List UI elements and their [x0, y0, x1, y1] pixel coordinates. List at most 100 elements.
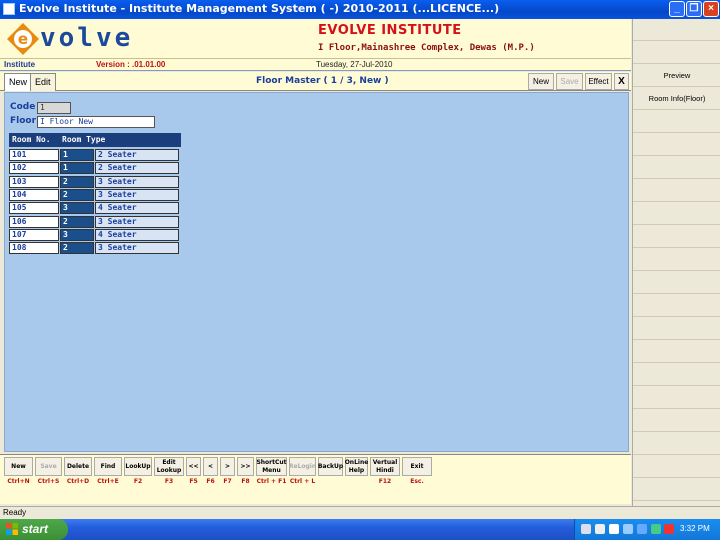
- side-cell-empty: [633, 272, 720, 294]
- toolbar-button-edit-lookup[interactable]: Edit Lookup: [154, 457, 184, 476]
- side-cell-empty: [633, 111, 720, 133]
- column-room-no: Room No.: [12, 135, 51, 144]
- side-cell-empty: [633, 318, 720, 340]
- room-type-cell[interactable]: 2: [60, 215, 94, 228]
- system-tray: 3:32 PM: [574, 519, 720, 540]
- side-cell-empty: [633, 157, 720, 179]
- tray-shield-icon[interactable]: [637, 524, 647, 534]
- table-row[interactable]: 105 3 4 Seater: [9, 202, 181, 215]
- app-icon: [3, 3, 15, 15]
- table-row[interactable]: 107 3 4 Seater: [9, 228, 181, 241]
- room-type-desc-cell: 3 Seater: [95, 242, 179, 255]
- room-type-cell[interactable]: 1: [60, 149, 94, 161]
- toolbar-button-shortcut-menu[interactable]: ShortCut Menu: [256, 457, 287, 476]
- tab-new[interactable]: New: [4, 73, 33, 91]
- shortcut-key-label: Esc.: [410, 478, 424, 485]
- svg-text:e: e: [18, 30, 28, 48]
- toolbar-button-[interactable]: <<: [186, 457, 201, 476]
- taskbar-clock: 3:32 PM: [680, 524, 710, 533]
- toolbar-button-backup[interactable]: BackUp: [318, 457, 343, 476]
- toolbar-button-[interactable]: >>: [237, 457, 254, 476]
- restore-button[interactable]: ❐: [686, 1, 702, 17]
- room-type-cell[interactable]: 2: [60, 175, 94, 188]
- toolbar-button-lookup[interactable]: LookUp: [124, 457, 152, 476]
- module-name: Institute: [4, 60, 36, 69]
- logo-wordmark: volve: [40, 23, 134, 53]
- room-no-cell[interactable]: 108: [9, 242, 59, 255]
- toolbar-button-online-help[interactable]: OnLine Help: [345, 457, 368, 476]
- room-type-cell[interactable]: 1: [60, 162, 94, 175]
- side-cell-empty: [633, 295, 720, 317]
- tray-help-icon[interactable]: [609, 524, 619, 534]
- current-date: Tuesday, 27-Jul-2010: [316, 60, 393, 69]
- room-no-cell[interactable]: 102: [9, 162, 59, 175]
- window-titlebar[interactable]: Evolve Institute - Institute Management …: [0, 0, 720, 19]
- room-type-cell[interactable]: 2: [60, 188, 94, 201]
- room-type-desc-cell: 2 Seater: [95, 162, 179, 175]
- form-title: Floor Master ( 1 / 3, New ): [256, 76, 389, 86]
- close-window-button[interactable]: ×: [703, 1, 719, 17]
- preview-button[interactable]: Preview: [633, 65, 720, 87]
- version-label: Version : .01.01.00: [96, 60, 166, 69]
- table-row[interactable]: 108 2 3 Seater: [9, 242, 181, 255]
- table-row[interactable]: 104 2 3 Seater: [9, 188, 181, 201]
- toolbar-button-[interactable]: <: [203, 457, 218, 476]
- effect-button[interactable]: Effect: [585, 73, 612, 90]
- app-header: e volve EVOLVE INSTITUTE I Floor,Mainash…: [0, 19, 631, 59]
- side-panel: Preview Room Info(Floor): [632, 19, 720, 506]
- tab-edit[interactable]: Edit: [30, 73, 56, 91]
- toolbar-button-delete[interactable]: Delete: [64, 457, 92, 476]
- room-type-desc-cell: 3 Seater: [95, 188, 179, 201]
- room-type-cell[interactable]: 3: [60, 228, 94, 241]
- column-room-type: Room Type: [62, 135, 106, 144]
- toolbar-button-vertual-hindi[interactable]: Vertual Hindi: [370, 457, 400, 476]
- toolbar-button-[interactable]: >: [220, 457, 235, 476]
- room-no-cell[interactable]: 103: [9, 175, 59, 188]
- save-button[interactable]: Save: [556, 73, 583, 90]
- room-no-cell[interactable]: 101: [9, 149, 59, 161]
- tray-network-icon[interactable]: [595, 524, 605, 534]
- room-type-desc-cell: 3 Seater: [95, 215, 179, 228]
- tray-display-icon[interactable]: [651, 524, 661, 534]
- room-type-desc-cell: 4 Seater: [95, 228, 179, 241]
- room-type-desc-cell: 3 Seater: [95, 175, 179, 188]
- table-row[interactable]: 103 2 3 Seater: [9, 175, 181, 188]
- tray-antivirus-icon[interactable]: [664, 524, 674, 534]
- close-form-button[interactable]: X: [614, 73, 629, 90]
- toolbar-button-save[interactable]: Save: [35, 457, 62, 476]
- toolbar-button-new[interactable]: New: [4, 457, 33, 476]
- side-cell-empty: [633, 433, 720, 455]
- minimize-button[interactable]: _: [669, 1, 685, 17]
- table-row[interactable]: 106 2 3 Seater: [9, 215, 181, 228]
- side-cell-empty: [633, 387, 720, 409]
- room-type-desc-cell: 4 Seater: [95, 202, 179, 215]
- toolbar-button-exit[interactable]: Exit: [402, 457, 432, 476]
- side-cell-empty: [633, 249, 720, 271]
- new-button[interactable]: New: [528, 73, 554, 90]
- room-type-desc-cell: 2 Seater: [95, 149, 179, 161]
- start-button[interactable]: start: [0, 519, 68, 540]
- room-no-cell[interactable]: 104: [9, 188, 59, 201]
- room-type-cell[interactable]: 3: [60, 202, 94, 215]
- tray-tool-icon[interactable]: [581, 524, 591, 534]
- floor-label: Floor: [10, 116, 37, 126]
- room-no-cell[interactable]: 106: [9, 215, 59, 228]
- form-tabbar: New Edit Floor Master ( 1 / 3, New ) New…: [0, 72, 631, 91]
- floor-field[interactable]: I Floor New: [37, 116, 155, 128]
- room-no-cell[interactable]: 105: [9, 202, 59, 215]
- side-cell-empty: [633, 456, 720, 478]
- code-label: Code: [10, 102, 36, 112]
- info-strip: Institute Version : .01.01.00 Tuesday, 2…: [0, 59, 631, 71]
- side-cell-empty: [633, 341, 720, 363]
- table-row[interactable]: 102 1 2 Seater: [9, 162, 181, 175]
- code-field[interactable]: 1: [37, 102, 71, 114]
- institute-logo: e volve: [6, 22, 136, 56]
- logo-e-icon: e: [7, 23, 39, 55]
- tray-info-icon[interactable]: [623, 524, 633, 534]
- table-row[interactable]: 101 1 2 Seater: [9, 149, 181, 161]
- room-type-cell[interactable]: 2: [60, 242, 94, 255]
- room-no-cell[interactable]: 107: [9, 228, 59, 241]
- room-info-floor-button[interactable]: Room Info(Floor): [633, 88, 720, 110]
- toolbar-button-find[interactable]: Find: [94, 457, 122, 476]
- toolbar-button-relogin[interactable]: ReLogin: [289, 457, 316, 476]
